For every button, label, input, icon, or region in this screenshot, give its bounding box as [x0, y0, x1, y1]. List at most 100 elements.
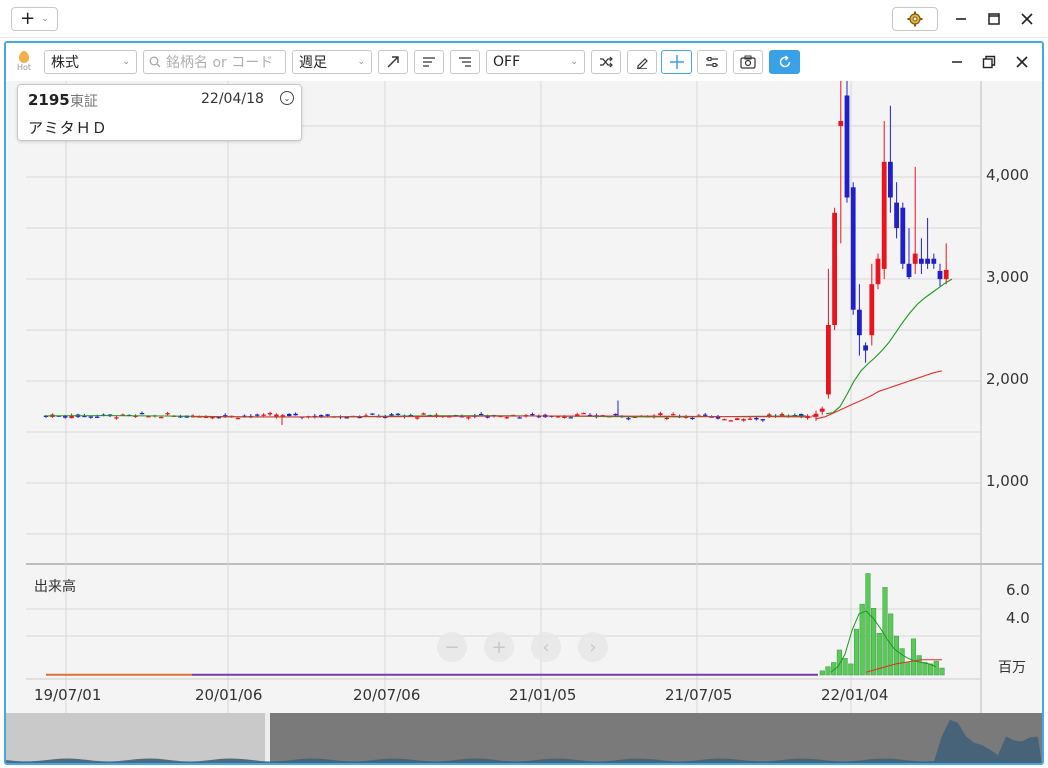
close-button[interactable] — [1016, 8, 1038, 30]
candle-body — [925, 258, 930, 264]
period-select-value: 週足 — [299, 55, 327, 71]
candle-body — [813, 413, 819, 417]
volume-bar — [893, 635, 899, 676]
candle-body — [703, 414, 708, 416]
candle-body — [415, 417, 420, 419]
camera-icon — [740, 55, 756, 69]
candle-body — [664, 417, 669, 419]
stock-name: アミタＨＤ — [28, 119, 108, 137]
chart-panel: Hot 株式 ⌄ 銘柄名 or コード 週足 ⌄ OFF ⌄ 2195 東証 2… — [4, 41, 1044, 765]
add-menu-button[interactable]: + ⌄ — [11, 7, 58, 31]
screenshot-button[interactable] — [733, 50, 763, 74]
scroll-left-button[interactable]: ‹ — [531, 632, 561, 662]
candle-body — [575, 414, 580, 416]
draw-button[interactable] — [627, 50, 657, 74]
chart-settings-button[interactable] — [697, 50, 727, 74]
scroll-right-button[interactable]: › — [578, 632, 608, 662]
candle-body — [114, 417, 119, 419]
crosshair-button[interactable] — [661, 50, 692, 74]
hot-button[interactable]: Hot — [14, 49, 34, 77]
candle-body — [562, 416, 567, 418]
trendline-button[interactable] — [378, 50, 408, 74]
chevron-down-icon: ⌄ — [41, 14, 49, 24]
category-select-value: 株式 — [51, 55, 79, 71]
candle-body — [826, 325, 831, 395]
refresh-icon — [779, 55, 790, 68]
settings-button[interactable] — [892, 7, 938, 31]
sliders-icon — [706, 57, 718, 67]
align-left-button[interactable] — [414, 50, 444, 74]
refresh-button[interactable] — [769, 50, 800, 74]
restore-icon — [982, 55, 996, 69]
maximize-button[interactable] — [983, 8, 1005, 30]
volume-bar — [825, 666, 831, 676]
candle-body — [287, 413, 292, 416]
volume-bar — [819, 670, 825, 676]
candle-body — [906, 263, 912, 278]
candle-body — [568, 417, 573, 419]
candle-body — [235, 418, 241, 420]
stock-code: 2195 — [28, 91, 70, 109]
candle-body — [881, 161, 887, 269]
stock-info-card[interactable]: 2195 東証 22/04/18 ⌄ アミタＨＤ — [17, 84, 302, 141]
price-tick-label: 1,000 — [986, 472, 1029, 490]
chevron-down-icon[interactable]: ⌄ — [280, 91, 294, 105]
period-select[interactable]: 週足 ⌄ — [292, 50, 372, 74]
candle-body — [280, 415, 285, 417]
minus-icon: − — [444, 636, 460, 658]
stock-market: 東証 — [70, 94, 98, 110]
volume-unit-label: 百万 — [998, 660, 1026, 676]
align-left-icon — [423, 57, 435, 67]
date-tick-label: 22/01/04 — [821, 686, 889, 704]
flame-icon — [19, 51, 29, 63]
zoom-in-button[interactable]: + — [484, 632, 514, 662]
candle-body — [779, 413, 785, 416]
panel-close-button[interactable] — [1011, 51, 1033, 73]
close-icon — [1016, 56, 1028, 68]
volume-bar — [882, 587, 888, 676]
candle-body — [819, 408, 825, 412]
candle-body — [754, 417, 759, 420]
range-navigator[interactable] — [6, 713, 1042, 765]
panel-restore-button[interactable] — [978, 51, 1000, 73]
navigator-handle[interactable] — [265, 713, 270, 765]
volume-bar — [899, 648, 905, 676]
candle-body — [530, 414, 535, 416]
chevron-left-icon: ‹ — [542, 636, 550, 658]
candle-body — [900, 207, 906, 264]
candle-body — [671, 414, 676, 416]
shuffle-button[interactable] — [591, 50, 621, 74]
candle-body — [88, 416, 93, 418]
candle-body — [395, 413, 401, 415]
candle-body — [728, 420, 733, 422]
search-placeholder: 銘柄名 or コード — [166, 55, 274, 71]
minimize-button[interactable] — [950, 8, 972, 30]
stock-date: 22/04/18 — [201, 91, 264, 107]
date-tick-label: 19/07/01 — [34, 686, 102, 704]
volume-bar — [910, 638, 917, 676]
symbol-search-input[interactable]: 銘柄名 or コード — [143, 50, 286, 74]
candle-body — [613, 413, 618, 416]
zoom-out-button[interactable]: − — [437, 632, 467, 662]
maximize-icon — [988, 13, 1000, 25]
align-right-button[interactable] — [450, 50, 480, 74]
shuffle-icon — [600, 56, 613, 68]
candle-body — [937, 270, 943, 280]
pencil-icon — [637, 58, 648, 69]
category-select[interactable]: 株式 ⌄ — [44, 50, 137, 74]
volume-bar — [916, 655, 922, 676]
candle-body — [912, 253, 918, 264]
close-icon — [1021, 13, 1033, 25]
candle-body — [581, 413, 586, 415]
plus-icon: + — [491, 636, 507, 658]
candle-body — [869, 284, 875, 336]
search-icon — [149, 56, 161, 68]
volume-bar — [842, 658, 848, 676]
candle-body — [857, 309, 862, 336]
candle-body — [325, 414, 330, 416]
candle-body — [165, 413, 170, 415]
candle-body — [888, 161, 893, 198]
price-chart[interactable] — [6, 81, 1042, 713]
indicator-select[interactable]: OFF ⌄ — [486, 50, 585, 74]
panel-minimize-button[interactable] — [946, 51, 968, 73]
